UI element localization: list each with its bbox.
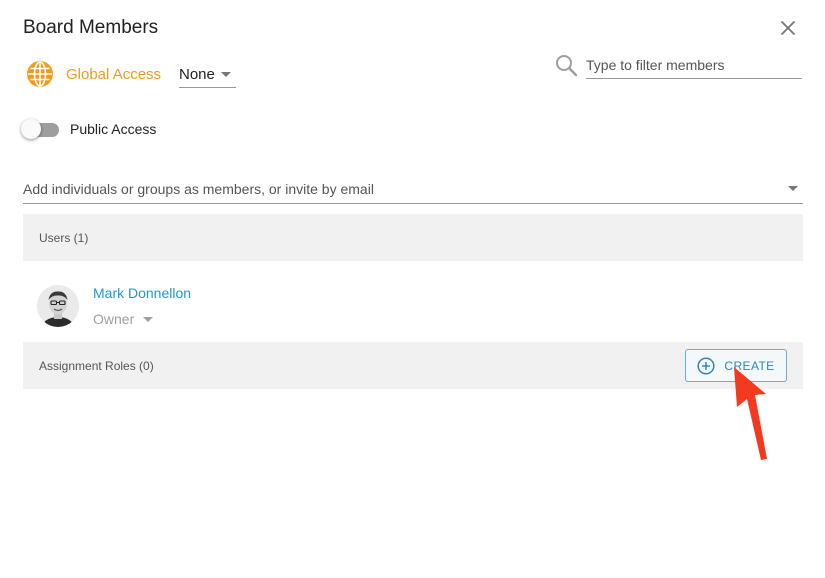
- toggle-thumb: [21, 119, 41, 139]
- public-access-row: Public Access: [21, 118, 156, 140]
- users-section-header: Users (1): [23, 214, 803, 261]
- role-select[interactable]: Owner: [93, 311, 191, 327]
- dialog-title: Board Members: [23, 17, 159, 38]
- users-section-title: Users (1): [39, 230, 89, 245]
- global-access-select[interactable]: None: [179, 62, 236, 88]
- dropdown-caret-icon: [221, 72, 231, 77]
- search-icon: [556, 55, 578, 77]
- assignment-roles-title: Assignment Roles (0): [39, 358, 154, 373]
- annotation-arrow-icon: [734, 367, 767, 460]
- board-members-dialog: Board Members Global Access None Public …: [0, 0, 825, 578]
- list-item: Mark Donnellon Owner: [37, 285, 191, 327]
- add-circle-icon: [697, 356, 715, 375]
- add-member-input[interactable]: Add individuals or groups as members, or…: [23, 174, 803, 204]
- global-access-value: None: [179, 66, 215, 83]
- user-info: Mark Donnellon Owner: [93, 285, 191, 327]
- globe-icon: [27, 61, 53, 87]
- public-access-toggle[interactable]: [21, 119, 59, 139]
- global-access-label: Global Access: [66, 65, 162, 83]
- close-icon[interactable]: [776, 16, 800, 40]
- user-name-link[interactable]: Mark Donnellon: [93, 285, 191, 301]
- avatar: [37, 285, 79, 327]
- filter-members-input[interactable]: [586, 52, 802, 79]
- add-member-placeholder: Add individuals or groups as members, or…: [23, 180, 374, 197]
- user-photo-icon: [37, 285, 79, 327]
- role-value: Owner: [93, 311, 135, 327]
- dropdown-caret-icon: [143, 316, 154, 322]
- dropdown-caret-icon[interactable]: [788, 186, 798, 191]
- global-access-row: Global Access: [26, 60, 161, 88]
- public-access-label: Public Access: [70, 121, 157, 137]
- assignment-roles-section-header: Assignment Roles (0) CREATE: [23, 342, 803, 389]
